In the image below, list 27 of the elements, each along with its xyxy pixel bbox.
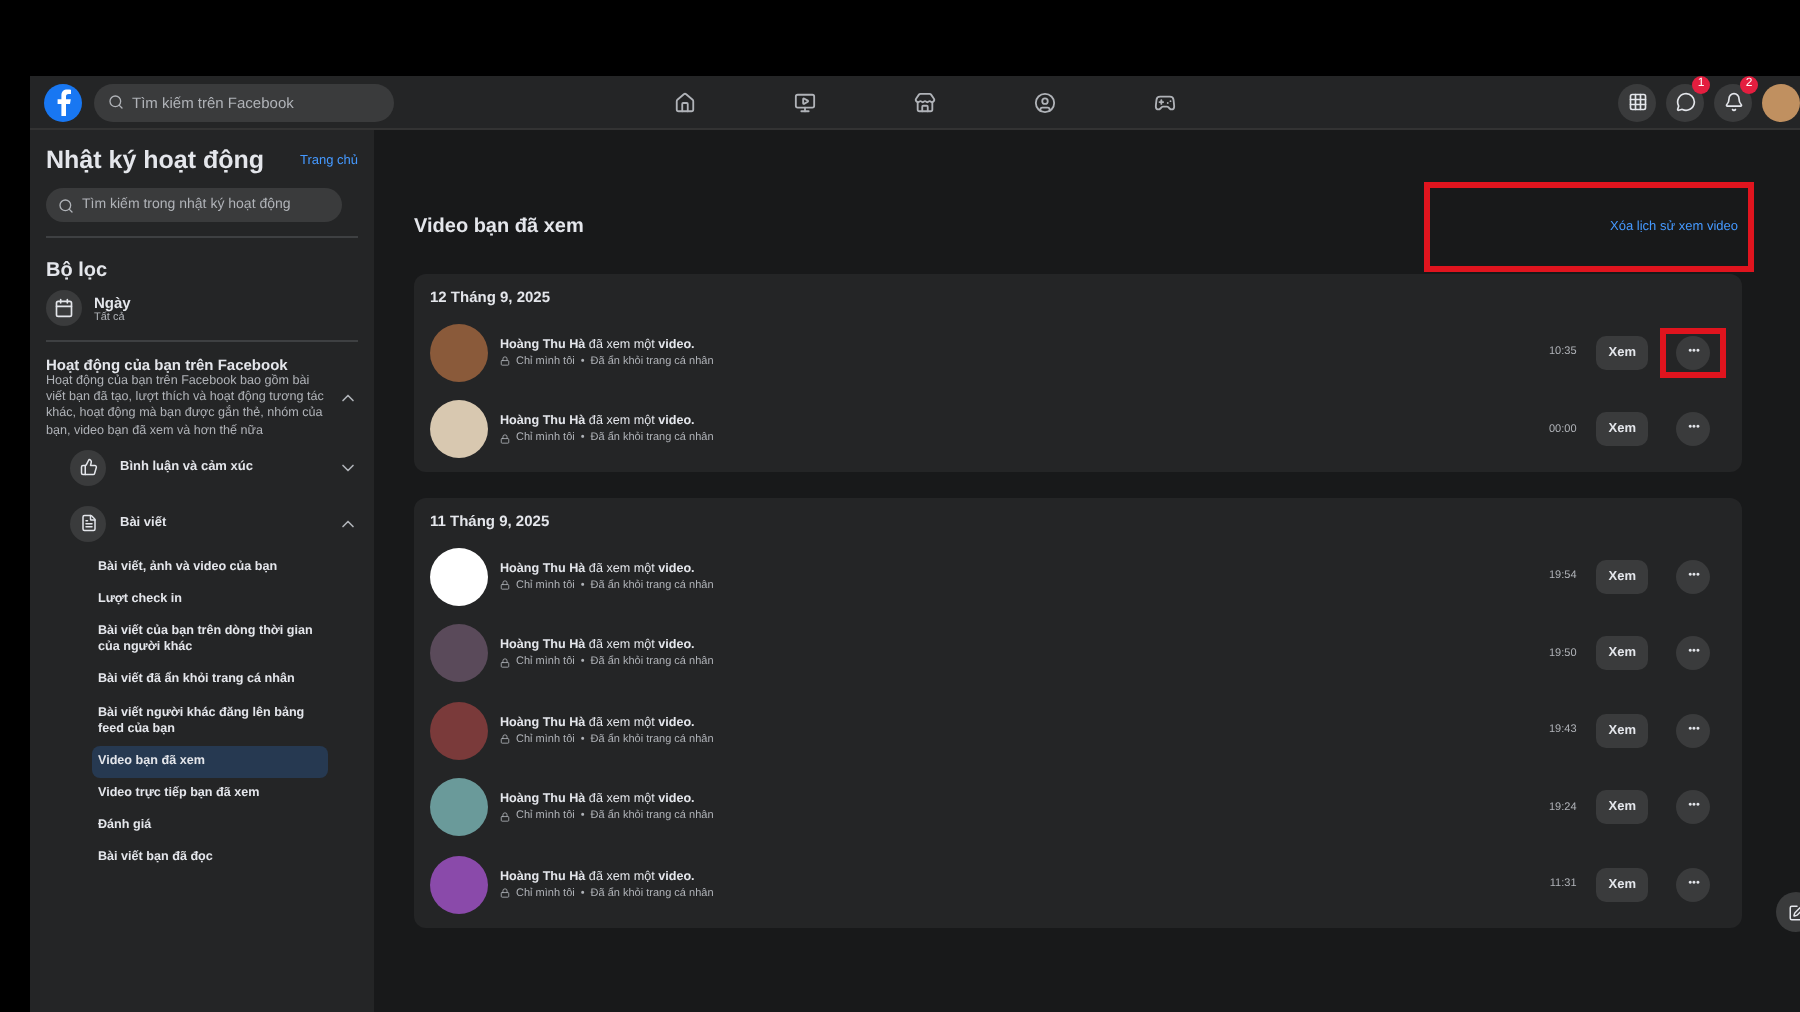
video-icon[interactable] [794, 91, 816, 113]
messenger-icon [1675, 92, 1695, 112]
lock-icon [500, 657, 510, 668]
profile-avatar[interactable] [1762, 83, 1800, 121]
gamepad-icon[interactable] [1154, 91, 1176, 113]
section-heading: Video bạn đã xem [414, 215, 584, 237]
bell-icon [1723, 92, 1743, 112]
lock-icon [500, 811, 510, 822]
lock-icon [500, 734, 510, 745]
store-icon[interactable] [914, 91, 936, 113]
calendar-icon [46, 290, 82, 326]
menu-button[interactable] [1618, 83, 1656, 121]
lock-icon [500, 580, 510, 591]
search-icon [58, 197, 74, 213]
pencil-square-icon [1787, 903, 1800, 921]
facebook-logo[interactable] [44, 83, 82, 121]
document-icon [70, 505, 106, 542]
home-icon[interactable] [674, 91, 696, 113]
page-title: Nhật ký hoạt động [46, 146, 265, 174]
lock-icon [500, 356, 510, 367]
lock-icon [500, 888, 510, 899]
search-icon [108, 94, 124, 110]
grid-icon [1627, 92, 1647, 112]
lock-icon [500, 433, 510, 444]
thumbs-up-icon [70, 449, 106, 486]
filter-heading: Bộ lọc [46, 260, 110, 282]
person-circle-icon[interactable] [1034, 91, 1056, 113]
